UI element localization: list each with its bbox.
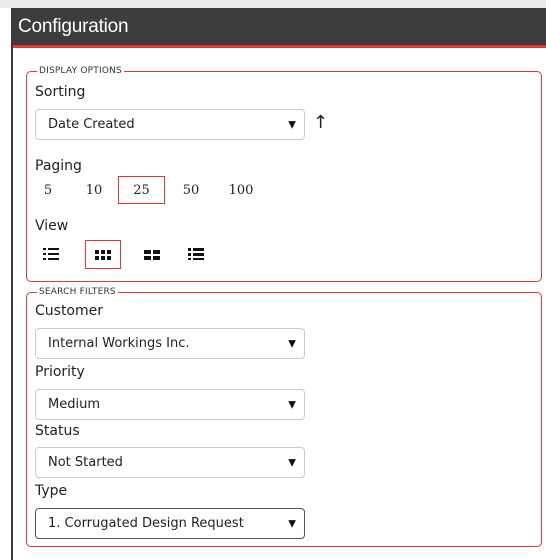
- grid-large-icon: [144, 245, 160, 264]
- list-icon: [188, 245, 204, 264]
- paging-label: Paging: [35, 158, 82, 174]
- type-select[interactable]: 1. Corrugated Design Request ▼: [35, 508, 305, 539]
- customer-label: Customer: [35, 303, 104, 319]
- status-select-value: Not Started: [48, 455, 123, 470]
- status-select[interactable]: Not Started ▼: [35, 447, 305, 478]
- grid-small-icon: [95, 245, 111, 264]
- status-label: Status: [35, 423, 80, 439]
- view-label: View: [35, 218, 69, 234]
- paging-option-25[interactable]: 25: [118, 176, 165, 204]
- type-select-value: 1. Corrugated Design Request: [48, 516, 244, 531]
- priority-label: Priority: [35, 364, 85, 380]
- display-options-legend: DISPLAY OPTIONS: [39, 66, 122, 76]
- view-option-list[interactable]: [178, 240, 214, 269]
- chevron-down-icon: ▼: [288, 399, 296, 410]
- customer-select-value: Internal Workings Inc.: [48, 336, 190, 351]
- view-option-grid-large[interactable]: [134, 240, 170, 269]
- config-header: Configuration: [13, 8, 546, 48]
- customer-select[interactable]: Internal Workings Inc. ▼: [35, 328, 305, 359]
- search-filters-legend: SEARCH FILTERS: [39, 287, 116, 297]
- chevron-down-icon: ▼: [288, 338, 296, 349]
- paging-option-50[interactable]: 50: [175, 176, 207, 204]
- chevron-down-icon: ▼: [288, 457, 296, 468]
- list-detail-icon: [43, 245, 59, 264]
- chevron-down-icon: ▼: [288, 518, 296, 529]
- view-option-list-detail[interactable]: [33, 240, 69, 269]
- type-label: Type: [35, 483, 68, 499]
- sorting-select[interactable]: Date Created ▼: [35, 109, 305, 140]
- paging-option-5[interactable]: 5: [35, 176, 61, 204]
- view-option-grid-small[interactable]: [85, 240, 121, 269]
- sorting-select-value: Date Created: [48, 117, 135, 132]
- chevron-down-icon: ▼: [288, 119, 296, 130]
- sorting-label: Sorting: [35, 84, 86, 100]
- window-left-border: [11, 8, 13, 560]
- priority-select-value: Medium: [48, 397, 100, 412]
- paging-option-10[interactable]: 10: [80, 176, 108, 204]
- arrow-up-icon[interactable]: ↑: [313, 112, 328, 133]
- paging-option-100[interactable]: 100: [222, 176, 260, 204]
- priority-select[interactable]: Medium ▼: [35, 389, 305, 420]
- page-title: Configuration: [18, 15, 129, 37]
- window-top-strip: [0, 0, 546, 8]
